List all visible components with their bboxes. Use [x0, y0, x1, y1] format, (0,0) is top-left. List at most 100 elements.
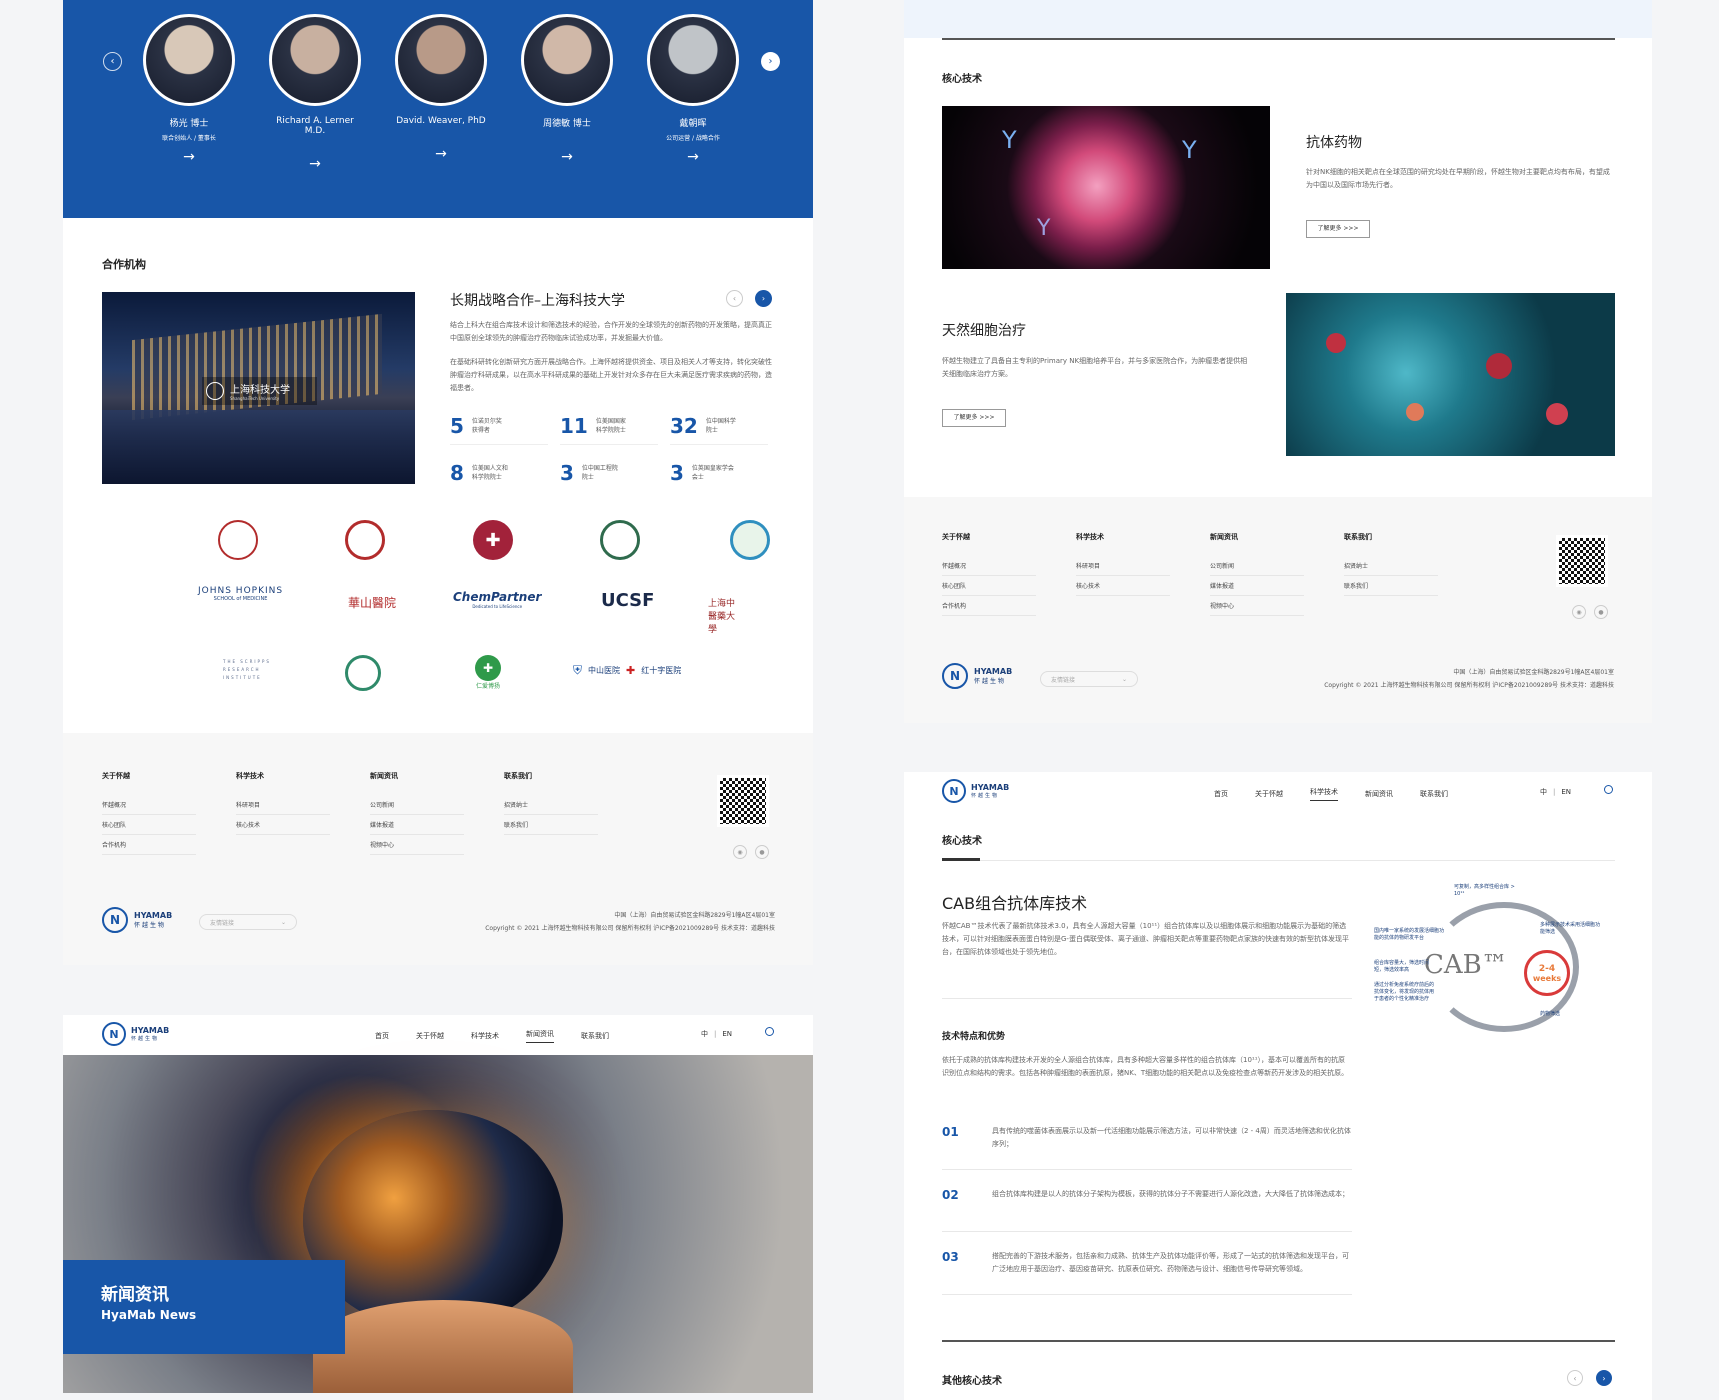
nav-item[interactable]: 关于怀越 — [1255, 789, 1283, 799]
hyamab-logo-icon: N — [942, 663, 968, 689]
footer-column: 科学技术 科研项目 核心技术 — [1076, 532, 1170, 616]
lang-switch[interactable]: 中 | EN — [701, 1029, 732, 1039]
team-member[interactable]: David. Weaver, PhD → — [393, 14, 489, 162]
header-logo[interactable]: N HYAMAB 怀越生物 — [942, 779, 1009, 803]
footer-link[interactable]: 合作机构 — [942, 596, 1036, 616]
point-number: 02 — [942, 1188, 959, 1202]
stat-label: 位诺贝尔奖 — [471, 418, 502, 425]
team-member[interactable]: Richard A. Lerner M.D. → — [267, 14, 363, 172]
item1-more-button[interactable]: 了解更多 >>> — [1306, 220, 1370, 238]
header-logo[interactable]: N HYAMAB 怀越生物 — [102, 1022, 169, 1046]
medical-college-icon — [345, 655, 381, 691]
diagram-label: 多种展示技术采用活细胞功能筛选 — [1540, 922, 1601, 935]
footer-link[interactable]: 联系我们 — [504, 815, 598, 835]
core-heading: 核心技术 — [942, 74, 982, 85]
footer: 关于怀越 怀越概况 核心团队 合作机构 科学技术 科研项目 核心技术 新闻资讯 公司新闻 媒体报道… — [63, 733, 813, 965]
arrow-right-icon[interactable]: → — [645, 149, 741, 165]
nav-item[interactable]: 科学技术 — [1310, 787, 1338, 801]
nav-item[interactable]: 联系我们 — [1420, 789, 1448, 799]
friend-links-select[interactable]: 友情链接 ⌄ — [1040, 671, 1138, 687]
prev-arrow-icon[interactable]: ‹ — [103, 52, 122, 71]
team-member[interactable]: 周德敏 博士 → — [519, 14, 615, 165]
arrow-right-icon[interactable]: → — [267, 156, 363, 172]
scripps-logo: THE SCRIPPS RESEARCH INSTITUTE — [223, 659, 271, 680]
brand-name-cn: 怀越生物 — [971, 793, 1000, 799]
cab-heading: 核心技术 — [942, 836, 982, 847]
news-panel: N HYAMAB 怀越生物 首页 关于怀越 科学技术 新闻资讯 联系我们 中 | EN 新闻资… — [63, 1015, 813, 1393]
footer-link[interactable]: 怀越概况 — [942, 556, 1036, 576]
footer-link[interactable]: 媒体报道 — [1210, 576, 1304, 596]
nav-item[interactable]: 新闻资讯 — [1365, 789, 1393, 799]
footer-link[interactable]: 招贤纳士 — [1344, 556, 1438, 576]
nav-item[interactable]: 首页 — [375, 1031, 389, 1041]
lang-en[interactable]: EN — [1561, 788, 1571, 796]
footer-link[interactable]: 公司新闻 — [370, 795, 464, 815]
footer-link[interactable]: 核心技术 — [1076, 576, 1170, 596]
hyamab-logo-icon: N — [942, 779, 966, 803]
nav-item[interactable]: 新闻资讯 — [526, 1029, 554, 1043]
partner-logos: ✚ JOHNS HOPKINS SCHOOL of MEDICINE 華山醫院 … — [123, 518, 770, 698]
diagram-label: 可复制，高多样性组合库 > 10¹¹ — [1454, 884, 1515, 897]
stat-item: 5 位诺贝尔奖 获得者 — [450, 414, 548, 445]
weeks-badge: 2-4 weeks — [1524, 950, 1570, 996]
nav-item[interactable]: 联系我们 — [581, 1031, 609, 1041]
team-member[interactable]: 戴朝晖 公司运营 / 战略合作 → — [645, 14, 741, 165]
footer-link[interactable]: 核心技术 — [236, 815, 330, 835]
footer-link[interactable]: 合作机构 — [102, 835, 196, 855]
arrow-right-icon[interactable]: → — [393, 146, 489, 162]
avatar — [269, 14, 361, 106]
partner-next-icon[interactable]: › — [755, 290, 772, 307]
footer-link[interactable]: 媒体报道 — [370, 815, 464, 835]
footer-column: 联系我们 招贤纳士 联系我们 — [1344, 532, 1438, 616]
footer-link[interactable]: 视频中心 — [370, 835, 464, 855]
footer-link[interactable]: 公司新闻 — [1210, 556, 1304, 576]
footer-link[interactable]: 怀越概况 — [102, 795, 196, 815]
shutcm-logo: 上海中醫藥大學 — [708, 599, 736, 635]
stat-item: 3 位英国皇家学会 会士 — [670, 461, 768, 491]
footer-link[interactable]: 视频中心 — [1210, 596, 1304, 616]
footer-address: 中国（上海）自由贸易试验区金科路2829号1幢A区4层01室 — [1453, 669, 1614, 676]
point-text: 搭配完善的下游技术服务，包括亲和力成熟、抗体生产及抗体功能评价等，形成了一站式的… — [992, 1252, 1349, 1273]
footer-link[interactable]: 核心团队 — [102, 815, 196, 835]
lang-en[interactable]: EN — [722, 1030, 732, 1038]
other-prev-icon[interactable]: ‹ — [1567, 1370, 1583, 1386]
wechat-icon[interactable]: ● — [755, 845, 769, 859]
partners-heading: 合作机构 — [102, 258, 146, 271]
nav-item[interactable]: 首页 — [1214, 789, 1228, 799]
cab-logo: CAB™ — [1424, 950, 1508, 980]
footer-link[interactable]: 招贤纳士 — [504, 795, 598, 815]
wechat-icon[interactable]: ● — [1594, 605, 1608, 619]
footer-link[interactable]: 科研项目 — [1076, 556, 1170, 576]
partner-prev-icon[interactable]: ‹ — [726, 290, 743, 307]
weeks-number: 2-4 — [1538, 963, 1556, 974]
lang-cn[interactable]: 中 — [1540, 787, 1547, 797]
team-member[interactable]: 杨光 博士 联合创始人 / 董事长 → — [141, 14, 237, 165]
arrow-right-icon[interactable]: → — [519, 149, 615, 165]
nav-item[interactable]: 科学技术 — [471, 1031, 499, 1041]
friend-links-select[interactable]: 友情链接 ⌄ — [199, 914, 297, 930]
weibo-icon[interactable]: ◉ — [733, 845, 747, 859]
other-next-icon[interactable]: › — [1596, 1370, 1612, 1386]
member-name: Richard A. Lerner M.D. — [276, 116, 354, 136]
footer-column: 新闻资讯 公司新闻 媒体报道 视频中心 — [1210, 532, 1304, 616]
item2-more-button[interactable]: 了解更多 >>> — [942, 409, 1006, 427]
stat-label: 位中国科学 — [705, 418, 736, 425]
lang-sep: | — [1553, 788, 1556, 796]
search-icon[interactable] — [765, 1027, 774, 1036]
weibo-icon[interactable]: ◉ — [1572, 605, 1586, 619]
search-icon[interactable] — [1604, 785, 1613, 794]
lang-switch[interactable]: 中 | EN — [1540, 787, 1571, 797]
next-arrow-icon[interactable]: › — [761, 52, 780, 71]
footer-col-title: 联系我们 — [504, 772, 532, 780]
lang-cn[interactable]: 中 — [701, 1029, 708, 1039]
footer-link[interactable]: 核心团队 — [942, 576, 1036, 596]
hands-image — [313, 1300, 573, 1393]
diagram-label: 国内唯一家系统的发展活细胞功能的抗体药物研发平台 — [1374, 928, 1445, 941]
footer-link[interactable]: 联系我们 — [1344, 576, 1438, 596]
cab-diagram: CAB™ 2-4 weeks 可复制，高多样性组合库 > 10¹¹ 国内唯一家系… — [1374, 882, 1609, 1042]
arrow-right-icon[interactable]: → — [141, 149, 237, 165]
nav-item[interactable]: 关于怀越 — [416, 1031, 444, 1041]
footer-link[interactable]: 科研项目 — [236, 795, 330, 815]
stat-number: 11 — [560, 414, 588, 438]
chevron-down-icon: ⌄ — [280, 918, 286, 926]
